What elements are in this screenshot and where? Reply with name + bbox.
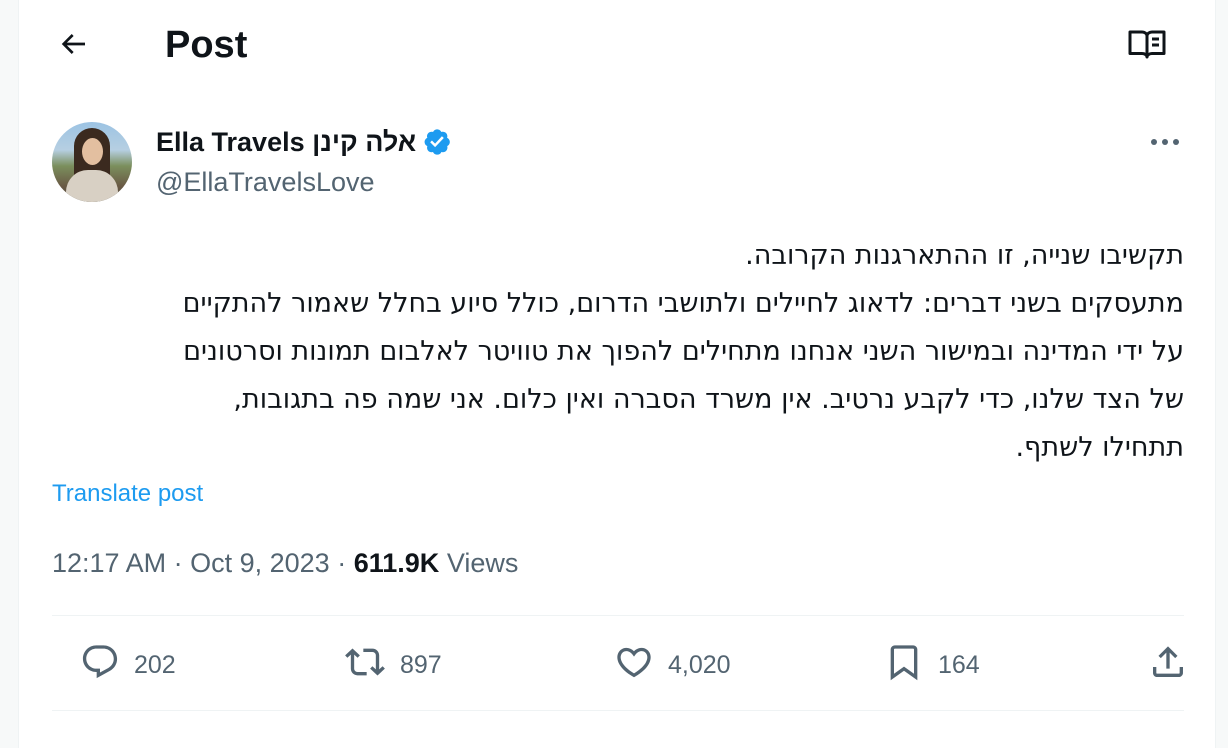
- avatar-face: [82, 138, 103, 165]
- book-open-icon: [1127, 27, 1167, 66]
- post-line: על ידי המדינה ובמישור השני אנחנו מתחילים…: [183, 336, 1184, 367]
- heart-icon: [614, 642, 654, 689]
- translate-post-link[interactable]: Translate post: [52, 476, 203, 512]
- like-button[interactable]: 4,020: [614, 630, 731, 700]
- like-count: 4,020: [668, 650, 731, 679]
- post-meta: 12:17 AM · Oct 9, 2023 · 611.9K Views: [52, 543, 518, 583]
- action-bar: 202 897 4,020 164: [52, 630, 1184, 700]
- author-handle[interactable]: @EllaTravelsLove: [156, 164, 375, 200]
- post-text: תקשיבו שנייה, זו ההתארגנות הקרובה. מתעסק…: [52, 232, 1184, 472]
- share-icon: [1148, 642, 1188, 689]
- reader-mode-button[interactable]: [1125, 25, 1169, 67]
- meta-separator: ·: [173, 548, 183, 578]
- arrow-left-icon: [57, 28, 89, 65]
- verified-badge-icon[interactable]: [422, 127, 452, 157]
- bookmark-count: 164: [938, 650, 980, 679]
- post-line: תקשיבו שנייה, זו ההתארגנות הקרובה.: [745, 240, 1184, 271]
- more-dots-icon: [1150, 133, 1180, 151]
- author-name-row[interactable]: Ella Travels אלה קינן: [156, 124, 452, 160]
- page-title: Post: [165, 24, 248, 66]
- repost-count: 897: [400, 650, 442, 679]
- avatar[interactable]: [52, 122, 132, 202]
- repost-button[interactable]: 897: [344, 630, 442, 700]
- more-options-button[interactable]: [1143, 124, 1187, 160]
- bookmark-button[interactable]: 164: [884, 630, 980, 700]
- avatar-body: [66, 170, 118, 202]
- repost-icon: [344, 642, 386, 689]
- meta-separator: ·: [337, 548, 347, 578]
- reply-button[interactable]: 202: [80, 630, 176, 700]
- views-count: 611.9K: [353, 548, 440, 578]
- divider: [52, 710, 1184, 711]
- reply-icon: [80, 642, 120, 689]
- bookmark-icon: [884, 642, 924, 689]
- author-display-name: Ella Travels אלה קינן: [156, 127, 417, 157]
- post-time[interactable]: 12:17 AM: [52, 548, 166, 578]
- divider: [52, 615, 1184, 616]
- post-line: מתעסקים בשני דברים: לדאוג לחיילים ולתושב…: [182, 288, 1184, 319]
- post-page: Post Ella Travels אלה קינן @EllaTravelsL…: [18, 0, 1216, 748]
- share-button[interactable]: [1148, 630, 1188, 700]
- views-label: Views: [446, 548, 519, 578]
- post-line: של הצד שלנו, כדי לקבע נרטיב. אין משרד הס…: [233, 384, 1184, 415]
- header: Post: [19, 0, 1215, 90]
- reply-count: 202: [134, 650, 176, 679]
- post-line: תתחילו לשתף.: [1015, 432, 1184, 463]
- post-date[interactable]: Oct 9, 2023: [190, 548, 330, 578]
- back-button[interactable]: [53, 26, 93, 66]
